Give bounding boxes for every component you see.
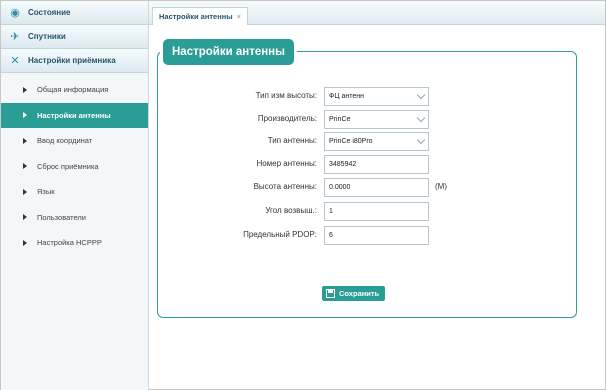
chevron-down-icon [416, 90, 426, 100]
save-button[interactable]: Сохранить [322, 286, 386, 301]
tab-antenna-settings[interactable]: Настройки антенны × [152, 7, 249, 25]
pdop-limit-input[interactable]: 6 [324, 226, 429, 245]
sidebar-section-receiver-settings[interactable]: ✕ Настройки приёмника [1, 49, 148, 73]
antenna-height-input[interactable]: 0.0000 [324, 178, 429, 197]
input-value: 1 [329, 208, 333, 215]
row-pdop-limit: Предельный PDOP: 6 [1, 226, 606, 246]
sidebar-section-label: Спутники [28, 32, 66, 41]
chevron-down-icon [416, 135, 426, 145]
height-type-select[interactable]: ФЦ антенн [324, 87, 429, 106]
row-manufacturer: Производитель: PrinCe [1, 110, 606, 130]
elevation-angle-input[interactable]: 1 [324, 202, 429, 221]
app-frame: ◉ Состояние ✈ Спутники ✕ Настройки приём… [0, 0, 606, 390]
row-elevation-angle: Угол возвыш.: 1 [1, 202, 606, 222]
select-value: PrinCe [329, 116, 351, 123]
tools-icon: ✕ [10, 55, 20, 67]
row-antenna-number: Номер антенны: 3485942 [1, 155, 606, 175]
input-value: 0.0000 [329, 184, 351, 191]
input-value: 3485942 [329, 161, 357, 168]
sidebar-section-label: Настройки приёмника [28, 56, 116, 65]
chevron-down-icon [416, 113, 426, 123]
row-antenna-type: Тип антенны: PrinCe i80Pro [1, 132, 606, 152]
gauge-icon: ◉ [10, 7, 20, 19]
antenna-number-input[interactable]: 3485942 [324, 155, 429, 174]
select-value: PrinCe i80Pro [329, 138, 373, 145]
floppy-disk-icon [326, 289, 335, 298]
tab-bar: Настройки антенны × [149, 1, 605, 25]
panel-title: Настройки антенны [163, 39, 294, 65]
field-label: Номер антенны: [256, 159, 317, 168]
row-antenna-height: Высота антенны: 0.0000 (M) [1, 178, 606, 198]
select-value: ФЦ антенн [329, 93, 364, 100]
tab-label: Настройки антенны [159, 12, 233, 21]
field-label: Тип изм высоты: [255, 91, 317, 100]
field-label: Тип антенны: [267, 136, 317, 145]
field-label: Предельный PDOP: [243, 230, 317, 239]
input-value: 6 [329, 232, 333, 239]
antenna-type-select[interactable]: PrinCe i80Pro [324, 132, 429, 151]
save-button-label: Сохранить [339, 289, 380, 298]
row-height-type: Тип изм высоты: ФЦ антенн [1, 87, 606, 107]
sidebar-section-satellites[interactable]: ✈ Спутники [1, 25, 148, 49]
sidebar-section-label: Состояние [28, 8, 71, 17]
manufacturer-select[interactable]: PrinCe [324, 110, 429, 129]
field-label: Производитель: [257, 114, 317, 123]
unit-label: (M) [435, 182, 447, 191]
field-label: Высота антенны: [253, 182, 317, 191]
field-label: Угол возвыш.: [265, 206, 317, 215]
close-icon[interactable]: × [237, 12, 241, 21]
sidebar-section-status[interactable]: ◉ Состояние [1, 1, 148, 25]
satellite-icon: ✈ [10, 31, 20, 43]
